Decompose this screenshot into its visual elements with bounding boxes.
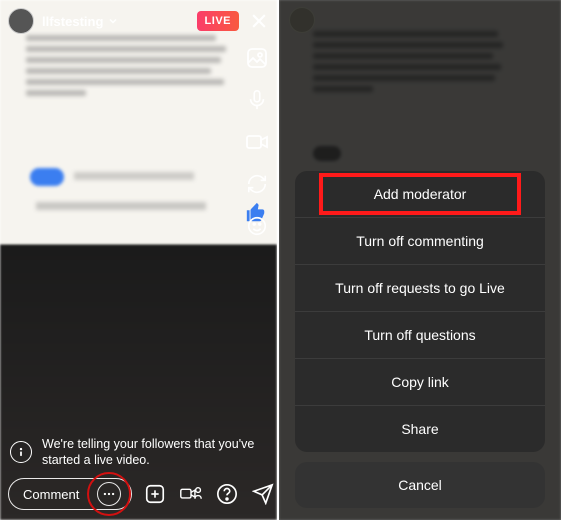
username-button[interactable]: llfstesting (42, 14, 119, 29)
toast-notification: We're telling your followers that you've… (10, 436, 267, 469)
toast-text: We're telling your followers that you've… (42, 436, 267, 469)
sheet-item-turn-off-questions[interactable]: Turn off questions (295, 311, 545, 358)
avatar[interactable] (8, 8, 34, 34)
add-media-icon[interactable] (144, 483, 166, 505)
sheet-item-copy-link[interactable]: Copy link (295, 358, 545, 405)
camera-icon[interactable] (245, 130, 269, 154)
send-icon[interactable] (252, 483, 274, 505)
blurred-pill (30, 168, 64, 186)
bottom-actions (144, 483, 274, 505)
chevron-down-icon (107, 15, 119, 27)
sheet-item-share[interactable]: Share (295, 405, 545, 452)
close-icon[interactable] (249, 11, 269, 31)
effects-icon[interactable] (245, 214, 269, 238)
live-bottom-bar: Comment (8, 476, 269, 512)
more-options-button[interactable] (97, 482, 121, 506)
comment-placeholder: Comment (23, 487, 79, 502)
blurred-content (26, 30, 226, 101)
questions-icon[interactable] (216, 483, 238, 505)
live-broadcast-screen: llfstesting LIVE We're telling (0, 0, 279, 520)
media-picker-icon[interactable] (245, 46, 269, 70)
sheet-item-turn-off-commenting[interactable]: Turn off commenting (295, 217, 545, 264)
sheet-item-turn-off-requests[interactable]: Turn off requests to go Live (295, 264, 545, 311)
options-sheet-screen: Add moderator Turn off commenting Turn o… (279, 0, 561, 520)
username-text: llfstesting (42, 14, 103, 29)
live-header: llfstesting LIVE (8, 6, 271, 36)
sheet-item-cancel[interactable]: Cancel (295, 462, 545, 508)
action-sheet: Add moderator Turn off commenting Turn o… (295, 171, 545, 508)
microphone-icon[interactable] (245, 88, 269, 112)
sheet-item-add-moderator[interactable]: Add moderator (295, 171, 545, 217)
flip-camera-icon[interactable] (245, 172, 269, 196)
blurred-line (74, 172, 194, 180)
action-sheet-panel: Add moderator Turn off commenting Turn o… (295, 171, 545, 452)
action-sheet-cancel-panel: Cancel (295, 462, 545, 508)
blurred-line (36, 202, 206, 210)
comment-input[interactable]: Comment (8, 478, 132, 510)
info-icon (10, 441, 32, 463)
live-badge: LIVE (197, 11, 239, 31)
invite-guest-icon[interactable] (180, 483, 202, 505)
live-side-toolbar (245, 46, 269, 238)
